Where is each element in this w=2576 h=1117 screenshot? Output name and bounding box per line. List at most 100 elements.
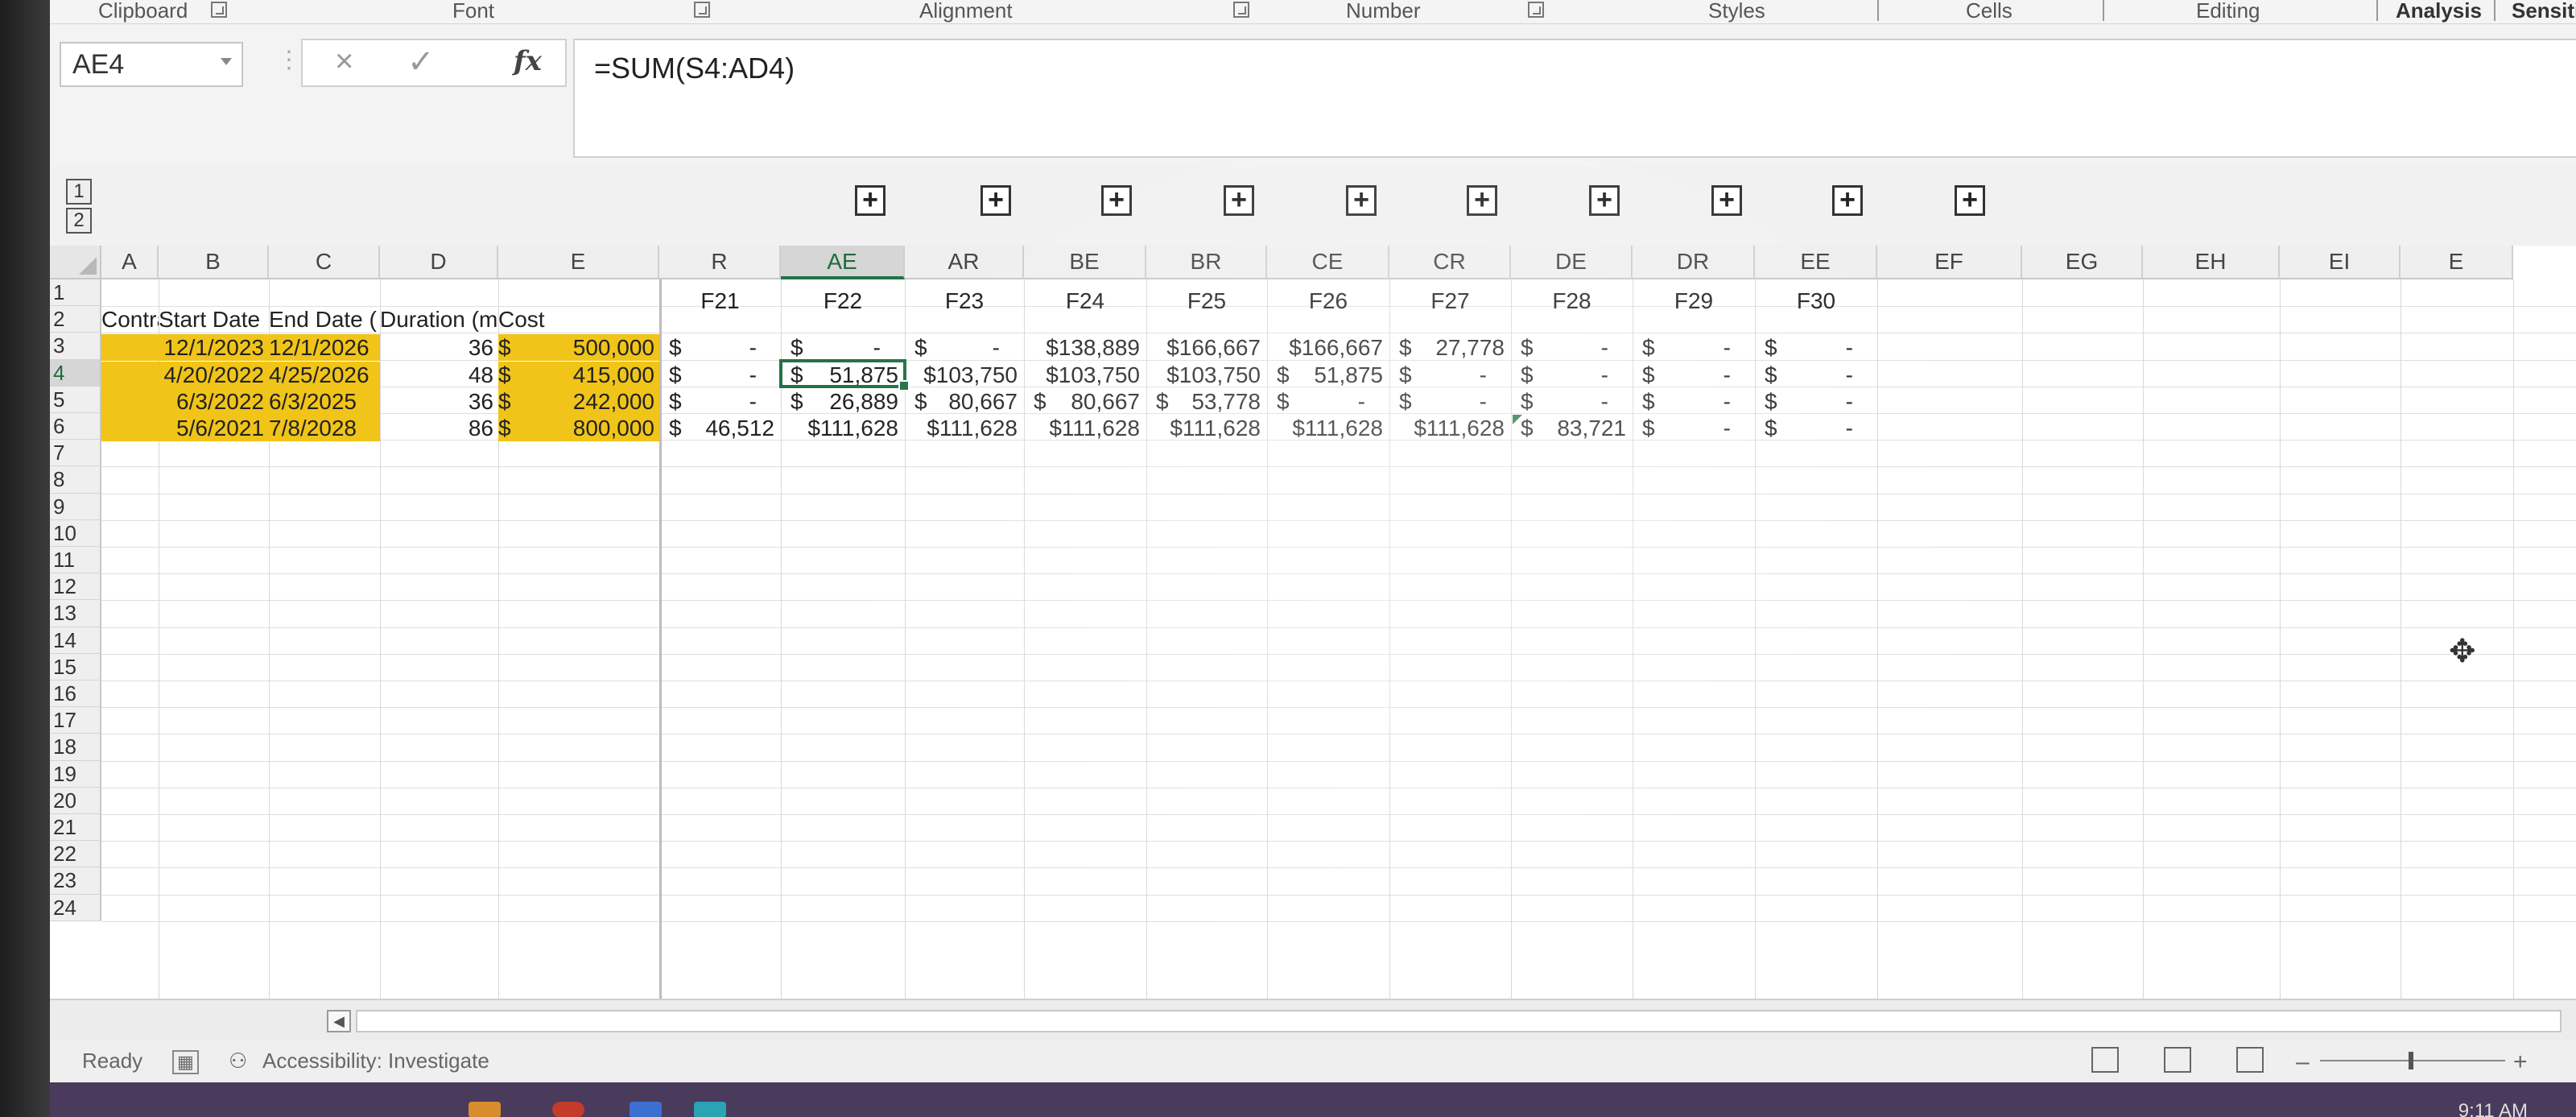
name-box[interactable]: AE4 bbox=[60, 42, 243, 87]
normal-view-icon[interactable] bbox=[2091, 1047, 2119, 1073]
row-header-2[interactable]: 2 bbox=[50, 306, 101, 333]
fiscal-amount-cell[interactable]: $ - bbox=[1633, 415, 1755, 441]
horizontal-scrollbar[interactable] bbox=[356, 1010, 2562, 1032]
row-header-20[interactable]: 20 bbox=[50, 787, 101, 814]
active-cell-selection[interactable] bbox=[779, 358, 910, 391]
page-break-view-icon[interactable] bbox=[2236, 1047, 2264, 1073]
zoom-in-icon[interactable]: + bbox=[2513, 1049, 2528, 1076]
cost-currency-cell[interactable]: $ bbox=[498, 334, 522, 362]
expand-group-button[interactable]: + bbox=[1101, 185, 1132, 216]
cost-cell[interactable]: 800,000 bbox=[522, 415, 659, 441]
column-header-a[interactable]: A bbox=[101, 246, 159, 279]
fiscal-amount-cell[interactable]: $111,628 bbox=[1146, 415, 1267, 441]
row-header-6[interactable]: 6 bbox=[50, 413, 101, 441]
fiscal-amount-cell[interactable]: $103,750 bbox=[1146, 362, 1267, 388]
expand-group-button[interactable]: + bbox=[1346, 185, 1377, 216]
header-fiscal-year[interactable]: F24 bbox=[1024, 288, 1146, 323]
row-header-1[interactable]: 1 bbox=[50, 279, 101, 307]
fiscal-amount-cell[interactable]: $ - bbox=[659, 334, 781, 361]
contract-number-cell[interactable] bbox=[101, 387, 159, 415]
header-fiscal-year[interactable]: F23 bbox=[905, 288, 1024, 323]
outline-level-1-button[interactable]: 1 bbox=[66, 179, 92, 205]
expand-group-button[interactable]: + bbox=[1955, 185, 1985, 216]
fiscal-amount-cell[interactable]: $ - bbox=[1267, 388, 1389, 415]
start-date-cell[interactable]: 6/3/2022 bbox=[159, 387, 269, 415]
end-date-cell[interactable]: 6/3/2025 bbox=[269, 387, 380, 415]
expand-group-button[interactable]: + bbox=[980, 185, 1011, 216]
contract-number-cell[interactable] bbox=[101, 361, 159, 388]
header-contract[interactable]: Contract N bbox=[101, 306, 159, 333]
fiscal-amount-cell[interactable]: $ - bbox=[659, 362, 781, 388]
column-header-r[interactable]: R bbox=[659, 246, 781, 279]
header-fiscal-year[interactable]: F21 bbox=[659, 288, 781, 323]
fiscal-amount-cell[interactable]: $166,667 bbox=[1146, 334, 1267, 361]
fiscal-amount-cell[interactable]: $26,889 bbox=[781, 388, 905, 415]
column-header-ce[interactable]: CE bbox=[1267, 246, 1389, 279]
fiscal-amount-cell[interactable]: $ - bbox=[1511, 334, 1633, 361]
contract-number-cell[interactable] bbox=[101, 415, 159, 441]
fiscal-amount-cell[interactable]: $ - bbox=[1633, 388, 1755, 415]
fiscal-amount-cell[interactable]: $ - bbox=[1755, 362, 1877, 388]
fiscal-amount-cell[interactable]: $ - bbox=[1633, 362, 1755, 388]
fiscal-amount-cell[interactable]: $ - bbox=[659, 388, 781, 415]
row-header-18[interactable]: 18 bbox=[50, 734, 101, 761]
row-header-14[interactable]: 14 bbox=[50, 627, 101, 654]
header-fiscal-year[interactable]: F26 bbox=[1267, 288, 1389, 323]
column-header-be[interactable]: BE bbox=[1024, 246, 1146, 279]
cost-currency-cell[interactable]: $ bbox=[498, 361, 522, 388]
header-start-date[interactable]: Start Date bbox=[159, 306, 269, 333]
duration-cell[interactable]: 86 bbox=[380, 415, 498, 441]
column-header-b[interactable]: B bbox=[159, 246, 269, 279]
start-date-cell[interactable]: 4/20/2022 bbox=[159, 361, 269, 388]
fiscal-amount-cell[interactable]: $111,628 bbox=[1024, 415, 1146, 441]
expand-group-button[interactable]: + bbox=[1224, 185, 1254, 216]
start-date-cell[interactable]: 12/1/2023 bbox=[159, 334, 269, 362]
row-header-19[interactable]: 19 bbox=[50, 760, 101, 788]
row-header-15[interactable]: 15 bbox=[50, 653, 101, 681]
expand-group-button[interactable]: + bbox=[1832, 185, 1863, 216]
row-header-8[interactable]: 8 bbox=[50, 466, 101, 494]
end-date-cell[interactable]: 7/8/2028 bbox=[269, 415, 380, 441]
taskbar-app-icon[interactable] bbox=[630, 1102, 662, 1117]
fiscal-amount-cell[interactable]: $80,667 bbox=[905, 388, 1024, 415]
accessibility-icon[interactable]: ⚇ bbox=[229, 1049, 247, 1074]
fiscal-amount-cell[interactable]: $ - bbox=[1755, 415, 1877, 441]
accessibility-status[interactable]: Accessibility: Investigate bbox=[262, 1049, 489, 1074]
column-header-br[interactable]: BR bbox=[1146, 246, 1267, 279]
row-header-24[interactable]: 24 bbox=[50, 894, 101, 921]
fiscal-amount-cell[interactable]: $51,875 bbox=[1267, 362, 1389, 388]
formula-input[interactable]: =SUM(S4:AD4) bbox=[573, 39, 2576, 158]
fiscal-amount-cell[interactable]: $ - bbox=[1511, 362, 1633, 388]
row-header-7[interactable]: 7 bbox=[50, 440, 101, 467]
clipboard-launcher-icon[interactable] bbox=[211, 2, 227, 18]
alignment-launcher-icon[interactable] bbox=[1233, 2, 1249, 18]
row-header-13[interactable]: 13 bbox=[50, 600, 101, 627]
row-header-22[interactable]: 22 bbox=[50, 841, 101, 868]
duration-cell[interactable]: 36 bbox=[380, 388, 498, 415]
expand-group-button[interactable]: + bbox=[1467, 185, 1497, 216]
fiscal-amount-cell[interactable]: $ - bbox=[781, 334, 905, 361]
font-launcher-icon[interactable] bbox=[694, 2, 710, 18]
column-header-d[interactable]: D bbox=[380, 246, 498, 279]
error-indicator-icon[interactable] bbox=[1513, 415, 1522, 424]
header-fiscal-year[interactable]: F29 bbox=[1633, 288, 1755, 323]
worksheet-grid[interactable]: A B C D E R AE AR BE BR CE CR DE DR EE EF EG EH EI E 123456… bbox=[50, 246, 2576, 999]
fiscal-amount-cell[interactable]: $ - bbox=[1755, 334, 1877, 361]
header-cost[interactable]: Cost bbox=[498, 306, 579, 333]
column-header-de[interactable]: DE bbox=[1511, 246, 1633, 279]
fiscal-amount-cell[interactable]: $ - bbox=[1389, 362, 1511, 388]
fiscal-amount-cell[interactable]: $111,628 bbox=[1389, 415, 1511, 441]
row-header-4[interactable]: 4 bbox=[50, 359, 101, 387]
column-header-dr[interactable]: DR bbox=[1633, 246, 1755, 279]
scroll-left-icon[interactable]: ◀ bbox=[327, 1010, 351, 1032]
column-header-ei[interactable]: EI bbox=[2280, 246, 2401, 279]
expand-group-button[interactable]: + bbox=[1589, 185, 1620, 216]
row-header-16[interactable]: 16 bbox=[50, 681, 101, 708]
fiscal-amount-cell[interactable]: $111,628 bbox=[1267, 415, 1389, 441]
row-header-21[interactable]: 21 bbox=[50, 814, 101, 842]
column-header-ee[interactable]: EE bbox=[1755, 246, 1877, 279]
row-header-10[interactable]: 10 bbox=[50, 519, 101, 547]
header-fiscal-year[interactable]: F28 bbox=[1511, 288, 1633, 323]
column-header-ef[interactable]: EF bbox=[1877, 246, 2022, 279]
header-end-date[interactable]: End Date ( bbox=[269, 306, 380, 333]
